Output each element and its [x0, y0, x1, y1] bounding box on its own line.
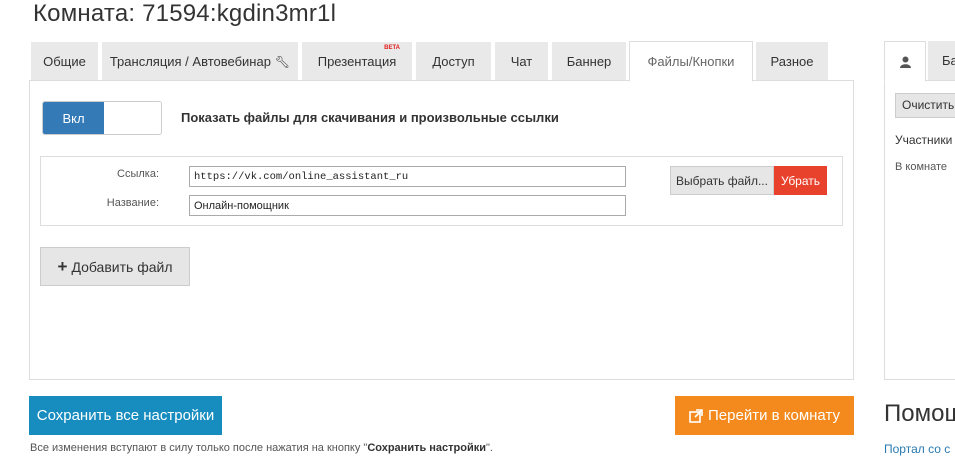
side-tab-users[interactable] — [884, 41, 926, 82]
side-tab-ban[interactable]: Ба — [928, 41, 955, 81]
goto-room-button[interactable]: Перейти в комнату — [675, 396, 854, 435]
save-all-button[interactable]: Сохранить все настройки — [29, 396, 222, 435]
add-file-button[interactable]: + Добавить файл — [40, 247, 190, 286]
help-portal-link[interactable]: Портал со с — [884, 442, 950, 456]
goto-room-label: Перейти в комнату — [708, 407, 840, 424]
tab-broadcast[interactable]: Трансляция / Автовебинар 🔧︎ — [101, 41, 299, 81]
files-toggle[interactable]: Вкл — [42, 101, 162, 135]
toggle-label: Показать файлы для скачивания и произвол… — [181, 110, 559, 125]
settings-tabs: Общие Трансляция / Автовебинар 🔧︎ Презент… — [30, 41, 831, 82]
add-file-label: Добавить файл — [71, 258, 173, 275]
user-icon — [899, 56, 911, 68]
toggle-on-state: Вкл — [43, 102, 104, 134]
tab-banner[interactable]: Баннер — [551, 41, 627, 81]
plus-icon: + — [57, 256, 68, 276]
page-title: Комната: 71594:kgdin3mr1l — [33, 0, 337, 27]
remove-file-button[interactable]: Убрать — [774, 166, 827, 195]
files-panel: Вкл Показать файлы для скачивания и прои… — [29, 80, 854, 380]
beta-badge: BETA — [384, 45, 400, 51]
tab-files-buttons[interactable]: Файлы/Кнопки — [629, 41, 753, 82]
link-label: Ссылка: — [117, 168, 159, 180]
side-panel: Очистить Участники В комнате — [884, 80, 955, 380]
tab-presentation[interactable]: Презентация BETA — [301, 41, 413, 81]
choose-file-button[interactable]: Выбрать файл... — [670, 166, 774, 195]
tab-chat[interactable]: Чат — [494, 41, 549, 81]
participants-label: Участники — [895, 133, 953, 147]
save-note: Все изменения вступают в силу только пос… — [30, 442, 493, 454]
tab-access[interactable]: Доступ — [415, 41, 492, 81]
name-label: Название: — [106, 197, 159, 209]
tab-misc[interactable]: Разное — [755, 41, 829, 81]
name-input[interactable] — [189, 195, 626, 216]
toggle-off-state — [104, 102, 161, 134]
link-input[interactable] — [189, 166, 626, 187]
file-item: Ссылка: Название: Выбрать файл... Убрать — [40, 156, 843, 226]
external-link-icon — [689, 408, 703, 423]
tab-general[interactable]: Общие — [30, 41, 99, 81]
in-room-label: В комнате — [895, 161, 947, 173]
help-title: Помощ — [884, 400, 955, 427]
wrench-icon: 🔧︎ — [274, 54, 291, 69]
clear-button[interactable]: Очистить — [895, 93, 955, 118]
